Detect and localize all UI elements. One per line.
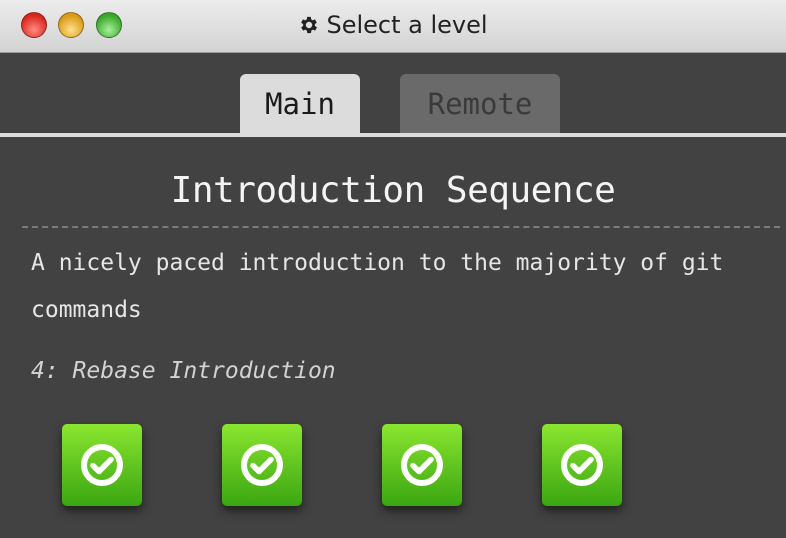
- tab-underline: [0, 133, 786, 137]
- check-circle-icon: [79, 442, 125, 488]
- level-button-1[interactable]: [62, 424, 142, 506]
- level-select-window: Select a level Main Remote Introduction …: [0, 0, 786, 538]
- sequence-title: Introduction Sequence: [170, 170, 616, 211]
- level-tabs: Main Remote: [0, 53, 786, 137]
- gear-icon: [298, 14, 320, 36]
- level-button-4[interactable]: [542, 424, 622, 506]
- level-button-3[interactable]: [382, 424, 462, 506]
- window-title-text: Select a level: [326, 11, 488, 39]
- tab-main[interactable]: Main: [240, 74, 360, 134]
- level-button-2[interactable]: [222, 424, 302, 506]
- tab-remote[interactable]: Remote: [400, 74, 560, 134]
- selected-level-name: 4: Rebase Introduction: [31, 358, 336, 384]
- check-circle-icon: [239, 442, 285, 488]
- divider: [22, 226, 780, 228]
- title-bar: Select a level: [0, 0, 786, 53]
- window-title: Select a level: [0, 10, 786, 40]
- check-circle-icon: [559, 442, 605, 488]
- sequence-description: A nicely paced introduction to the major…: [31, 250, 724, 323]
- check-circle-icon: [399, 442, 445, 488]
